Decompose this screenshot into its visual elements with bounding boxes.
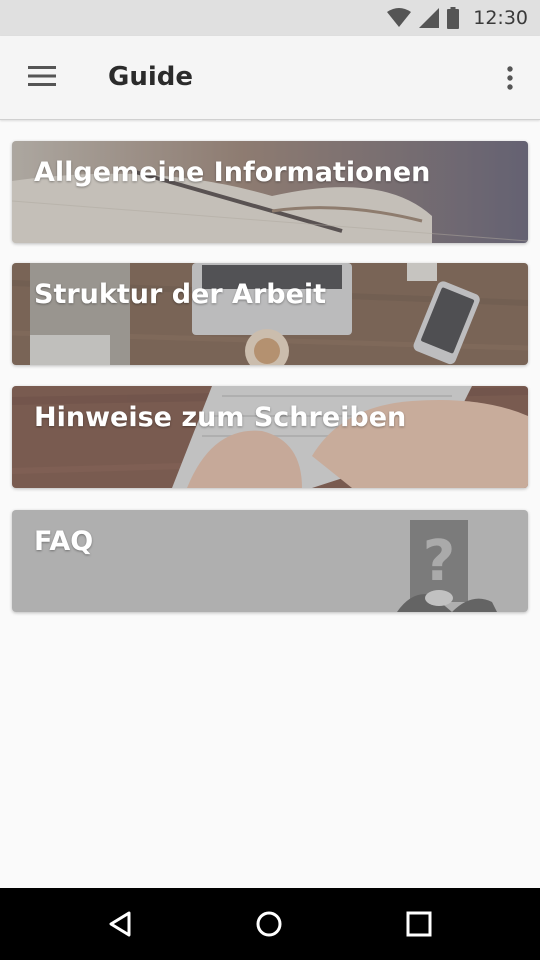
more-vert-icon (507, 66, 513, 90)
card-label: Struktur der Arbeit (34, 279, 327, 310)
cell-signal-icon (419, 8, 440, 28)
back-button[interactable] (90, 902, 150, 946)
card-label: Hinweise zum Schreiben (34, 402, 407, 433)
recents-icon (406, 911, 432, 937)
card-label: FAQ (34, 526, 94, 557)
recents-button[interactable] (389, 902, 449, 946)
card-hinweise-zum-schreiben[interactable]: Hinweise zum Schreiben (12, 386, 528, 488)
system-nav-bar (0, 888, 540, 960)
app-bar: Guide (0, 36, 540, 120)
overflow-menu-button[interactable] (490, 54, 530, 102)
card-faq[interactable]: ? FAQ (12, 510, 528, 612)
hamburger-menu-icon (28, 66, 56, 86)
card-label: Allgemeine Informationen (34, 157, 431, 188)
home-button[interactable] (239, 902, 299, 946)
back-icon (109, 911, 131, 937)
home-icon (256, 911, 282, 937)
status-time: 12:30 (473, 7, 528, 29)
card-allgemeine-informationen[interactable]: Allgemeine Informationen (12, 141, 528, 243)
status-bar: 12:30 (0, 0, 540, 36)
wifi-icon (387, 8, 412, 27)
battery-icon (447, 7, 460, 29)
menu-button[interactable] (16, 50, 68, 102)
card-struktur-der-arbeit[interactable]: Struktur der Arbeit (12, 263, 528, 365)
page-title: Guide (108, 62, 194, 92)
